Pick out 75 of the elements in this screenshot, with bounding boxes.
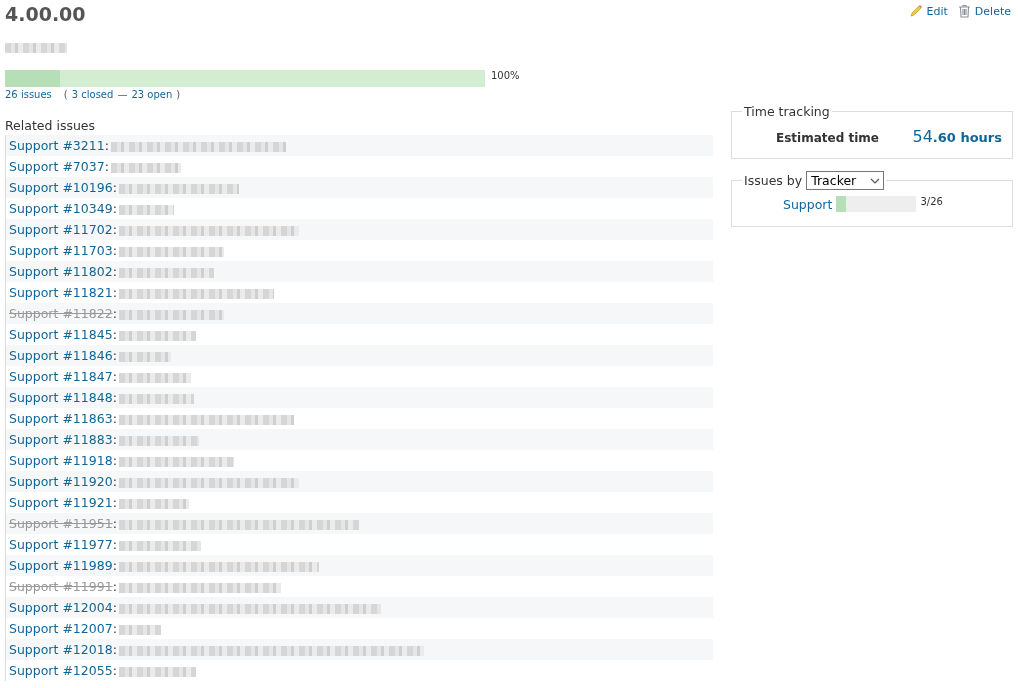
separator: : [112, 621, 117, 636]
progress-percent: 100% [491, 70, 520, 81]
blurred-text [118, 498, 189, 509]
issue-link[interactable]: Support #11918 [9, 453, 113, 468]
issue-link[interactable]: Support #11846 [9, 348, 113, 363]
separator: : [112, 558, 117, 573]
estimated-time-label: Estimated time [776, 131, 879, 145]
separator: : [112, 453, 117, 468]
dash: — [117, 89, 128, 100]
separator: : [112, 642, 117, 657]
separator: : [112, 180, 117, 195]
tracker-link[interactable]: Support [783, 196, 833, 212]
panel-legend: Time tracking [742, 104, 832, 119]
close-paren: ) [176, 89, 181, 100]
section-title: Related issues [5, 118, 97, 135]
issue-link[interactable]: Support #11863 [9, 411, 113, 426]
separator: : [112, 348, 117, 363]
issue-link[interactable]: Support #11845 [9, 327, 113, 342]
issue-link[interactable]: Support #3211 [9, 138, 105, 153]
issue-link[interactable]: Support #11703 [9, 243, 113, 258]
separator: : [112, 327, 117, 342]
issue-link[interactable]: Support #12007 [9, 621, 113, 636]
pencil-icon [908, 4, 923, 18]
issue-link[interactable]: Support #11883 [9, 432, 113, 447]
separator: : [112, 516, 117, 531]
issue-link[interactable]: Support #7037 [9, 159, 105, 174]
tracker-select[interactable]: Tracker [806, 171, 885, 190]
issue-link[interactable]: Support #11921 [9, 495, 113, 510]
separator: : [112, 222, 117, 237]
trash-icon [957, 4, 971, 18]
issue-link[interactable]: Support #12018 [9, 642, 113, 657]
issue-link[interactable]: Support #12055 [9, 663, 113, 678]
separator: : [104, 159, 109, 174]
issue-link[interactable]: Support #11989 [9, 558, 113, 573]
issue-link[interactable]: Support #10196 [9, 180, 113, 195]
chevron-down-icon [870, 177, 881, 184]
separator: : [112, 600, 117, 615]
issue-link[interactable]: Support #10349 [9, 201, 113, 216]
panel-legend: Issues by [744, 173, 803, 188]
separator: : [112, 474, 117, 489]
separator: : [112, 264, 117, 279]
issue-link[interactable]: Support #11977 [9, 537, 113, 552]
separator: : [112, 285, 117, 300]
closed-link[interactable]: 3 closed [71, 89, 114, 100]
delete-link[interactable]: Delete [957, 4, 1011, 18]
separator: : [112, 306, 117, 321]
separator: : [112, 432, 117, 447]
separator: : [112, 411, 117, 426]
separator: : [112, 201, 117, 216]
issue-link[interactable]: Support #11847 [9, 369, 113, 384]
issue-link[interactable]: Support #11920 [9, 474, 113, 489]
issue-link[interactable]: Support #11821 [9, 285, 113, 300]
separator: : [112, 390, 117, 405]
issue-count: 3/26 [920, 196, 943, 207]
estimated-time-value: 54.60 hours [912, 127, 1002, 146]
issue-link[interactable]: Support #11702 [9, 222, 113, 237]
separator: : [112, 579, 117, 594]
blurred-text [110, 162, 181, 173]
version-title: 4.00.00 [5, 3, 87, 27]
separator: : [112, 495, 117, 510]
blurred-text [118, 204, 174, 215]
issue-link[interactable]: Support #11848 [9, 390, 113, 405]
open-paren: ( [63, 89, 68, 100]
blurred-text [118, 351, 172, 362]
issue-link[interactable]: Support #11802 [9, 264, 113, 279]
issue-link[interactable]: Support #12004 [9, 600, 113, 615]
separator: : [112, 663, 117, 678]
separator: : [112, 369, 117, 384]
separator: : [112, 243, 117, 258]
blurred-text [118, 624, 162, 635]
separator: : [112, 537, 117, 552]
issues-link[interactable]: 26 issues [5, 89, 52, 100]
open-link[interactable]: 23 open [131, 89, 173, 100]
separator: : [104, 138, 109, 153]
edit-link[interactable]: Edit [908, 4, 948, 18]
